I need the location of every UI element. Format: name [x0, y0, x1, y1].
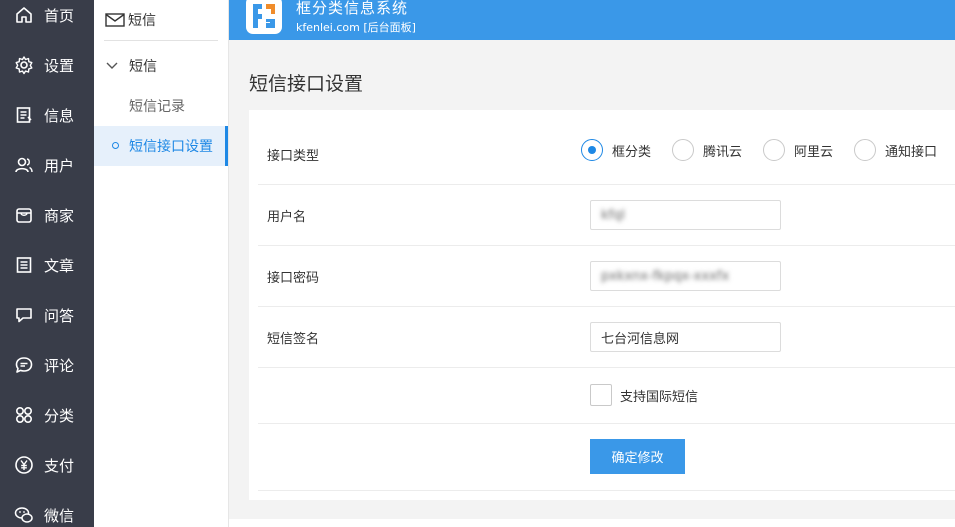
nav-item-label: 信息	[44, 106, 75, 125]
bottom-strip	[229, 519, 955, 527]
submenu-header: 短信	[104, 0, 218, 41]
submenu-group-sms[interactable]: 短信	[94, 50, 228, 82]
checkbox-box	[590, 384, 612, 406]
radio-notify-api[interactable]: 通知接口	[854, 139, 937, 161]
signature-input[interactable]: 七台河信息网	[590, 322, 781, 352]
nav-item-label: 用户	[44, 156, 75, 175]
brand-subtitle: kfenlei.com [后台面板]	[296, 21, 416, 34]
password-value: pxkxnx-fkpqx-xxxfx	[601, 268, 730, 284]
submit-button[interactable]: 确定修改	[590, 439, 685, 474]
nav-item-qa[interactable]: 问答	[0, 290, 94, 340]
nav-item-label: 商家	[44, 206, 75, 225]
logo-icon	[245, 0, 283, 36]
radio-tencent-cloud[interactable]: 腾讯云	[672, 139, 742, 161]
wechat-icon	[13, 504, 35, 526]
chat-icon	[13, 304, 35, 326]
nav-item-payments[interactable]: 支付	[0, 440, 94, 490]
nav-item-merchants[interactable]: 商家	[0, 190, 94, 240]
nav-item-label: 设置	[44, 56, 75, 75]
nav-item-info[interactable]: 信息	[0, 90, 94, 140]
submenu-link-label: 短信接口设置	[129, 139, 213, 155]
top-header: 框分类信息系统 kfenlei.com [后台面板]	[229, 0, 955, 40]
submenu-group-label: 短信	[129, 59, 157, 75]
category-icon	[13, 404, 35, 426]
nav-item-comments[interactable]: 评论	[0, 340, 94, 390]
radio-label: 阿里云	[794, 144, 834, 160]
radio-circle	[581, 139, 603, 161]
password-label: 接口密码	[267, 271, 320, 286]
nav-item-home[interactable]: 首页	[0, 0, 94, 40]
radio-label: 通知接口	[885, 144, 938, 160]
international-sms-checkbox[interactable]: 支持国际短信	[590, 384, 698, 406]
home-icon	[13, 4, 35, 26]
nav-item-label: 首页	[44, 6, 75, 25]
submenu-link-sms-interface[interactable]: 短信接口设置	[94, 126, 228, 166]
nav-item-label: 文章	[44, 256, 75, 275]
password-input[interactable]: pxkxnx-fkpqx-xxxfx	[590, 261, 781, 291]
username-input[interactable]: kfql	[590, 200, 781, 230]
radio-circle	[672, 139, 694, 161]
username-label: 用户名	[267, 210, 307, 225]
row-password: 接口密码 pxkxnx-fkpqx-xxxfx	[258, 246, 955, 307]
row-signature: 短信签名 七台河信息网	[258, 307, 955, 368]
page-title: 短信接口设置	[249, 73, 364, 95]
row-username: 用户名 kfql	[258, 185, 955, 246]
chevron-down-icon	[106, 60, 118, 70]
main-nav: 首页 设置 信息 用户 商家 文章 问答 评论 分类 支付 微信	[0, 0, 94, 527]
nav-item-settings[interactable]: 设置	[0, 40, 94, 90]
comment-icon	[13, 354, 35, 376]
gear-icon	[13, 54, 35, 76]
submenu-link-label: 短信记录	[129, 99, 185, 115]
signature-value: 七台河信息网	[601, 331, 680, 347]
radio-kfenlei[interactable]: 框分类	[581, 139, 651, 161]
international-sms-label: 支持国际短信	[620, 389, 699, 405]
nav-item-label: 评论	[44, 356, 75, 375]
article-icon	[13, 254, 35, 276]
nav-item-categories[interactable]: 分类	[0, 390, 94, 440]
radio-label: 框分类	[612, 144, 652, 160]
store-icon	[13, 204, 35, 226]
brand-title: 框分类信息系统	[296, 0, 409, 17]
submenu: 短信 短信 短信记录 短信接口设置	[94, 0, 229, 527]
row-interface-type: 接口类型 框分类 腾讯云 阿里云 通知接口	[258, 124, 955, 185]
yen-icon	[13, 454, 35, 476]
active-dot-icon	[112, 142, 119, 149]
nav-item-articles[interactable]: 文章	[0, 240, 94, 290]
nav-item-label: 微信	[44, 506, 75, 525]
nav-item-label: 支付	[44, 456, 75, 475]
nav-item-wechat[interactable]: 微信	[0, 490, 94, 527]
username-value: kfql	[601, 207, 625, 223]
row-international: 支持国际短信	[258, 368, 955, 424]
radio-circle	[854, 139, 876, 161]
user-icon	[13, 154, 35, 176]
radio-aliyun[interactable]: 阿里云	[763, 139, 833, 161]
signature-label: 短信签名	[267, 332, 320, 347]
settings-form: 接口类型 框分类 腾讯云 阿里云 通知接口 用户名 kfql 接口密码 pxkx…	[249, 110, 955, 500]
interface-type-label: 接口类型	[267, 149, 320, 164]
mail-icon	[105, 13, 125, 27]
document-icon	[13, 104, 35, 126]
submenu-title: 短信	[128, 13, 156, 29]
nav-item-label: 分类	[44, 406, 75, 425]
radio-label: 腾讯云	[703, 144, 743, 160]
submenu-link-sms-records[interactable]: 短信记录	[94, 86, 228, 126]
nav-item-label: 问答	[44, 306, 75, 325]
row-submit: 确定修改	[258, 424, 955, 491]
radio-circle	[763, 139, 785, 161]
nav-item-users[interactable]: 用户	[0, 140, 94, 190]
